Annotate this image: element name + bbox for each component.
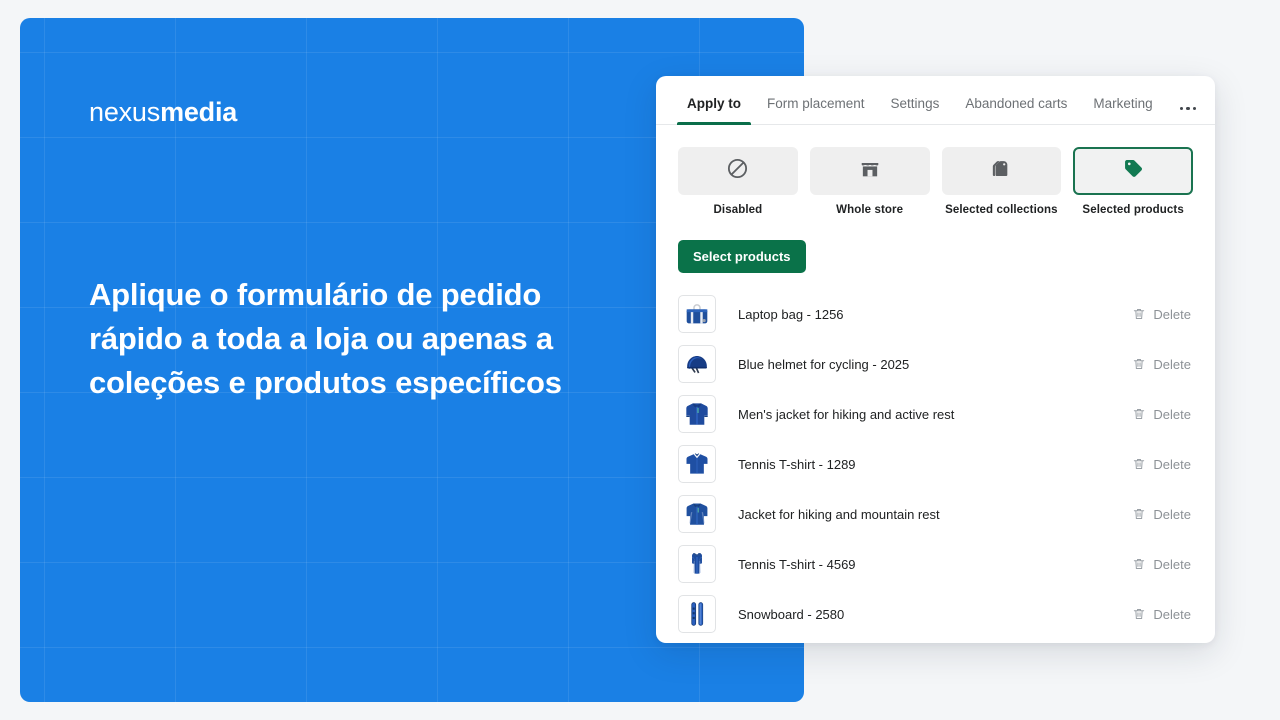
tab-bar: Apply to Form placement Settings Abandon… (656, 76, 1215, 125)
delete-label: Delete (1153, 356, 1191, 372)
hero-headline: Aplique o formulário de pedido rápido a … (89, 277, 562, 400)
trash-icon (1132, 557, 1146, 571)
delete-label: Delete (1153, 556, 1191, 572)
trash-icon (1132, 357, 1146, 371)
delete-button[interactable]: Delete (1132, 557, 1193, 572)
table-row[interactable]: Blue helmet for cycling - 2025 Delete (678, 339, 1193, 389)
product-title: Blue helmet for cycling - 2025 (738, 356, 910, 372)
product-title: Men's jacket for hiking and active rest (738, 406, 955, 422)
product-title: Laptop bag - 1256 (738, 306, 844, 322)
ellipsis-icon[interactable] (1166, 106, 1209, 125)
trash-icon (1132, 457, 1146, 471)
product-thumbnail-laptop-bag (678, 295, 716, 333)
select-products-button[interactable]: Select products (678, 240, 806, 273)
brand-logo: nexusmedia (89, 96, 237, 129)
option-whole-store-tile[interactable] (809, 147, 930, 195)
option-selected-products[interactable]: Selected products (1073, 147, 1193, 216)
delete-label: Delete (1153, 606, 1191, 622)
table-row[interactable]: Tennis T-shirt - 4569 Delete (678, 539, 1193, 589)
delete-button[interactable]: Delete (1132, 507, 1193, 522)
option-disabled-tile[interactable] (678, 147, 798, 195)
option-selected-collections[interactable]: Selected collections (941, 147, 1062, 216)
table-row[interactable]: Tennis T-shirt - 1289 Delete (678, 439, 1193, 489)
delete-label: Delete (1153, 506, 1191, 522)
tab-apply-to[interactable]: Apply to (674, 96, 754, 125)
option-selected-collections-label: Selected collections (945, 204, 1058, 216)
option-disabled[interactable]: Disabled (678, 147, 798, 216)
storefront-icon (859, 158, 881, 185)
table-row[interactable]: Men's jacket for hiking and active rest … (678, 389, 1193, 439)
tab-marketing[interactable]: Marketing (1080, 96, 1165, 124)
product-thumbnail-hoodie (678, 395, 716, 433)
trash-icon (1132, 407, 1146, 421)
delete-button[interactable]: Delete (1132, 307, 1193, 322)
delete-label: Delete (1153, 406, 1191, 422)
product-tag-icon (1122, 157, 1145, 185)
product-title: Jacket for hiking and mountain rest (738, 506, 940, 522)
product-thumbnail-jacket (678, 495, 716, 533)
settings-card: Apply to Form placement Settings Abandon… (656, 76, 1215, 643)
product-thumbnail-helmet (678, 345, 716, 383)
option-whole-store-label: Whole store (836, 204, 904, 216)
product-thumbnail-polo (678, 445, 716, 483)
option-selected-products-tile[interactable] (1073, 147, 1193, 195)
table-row[interactable]: Snowboard - 2580 Delete (678, 589, 1193, 639)
option-selected-collections-tile[interactable] (941, 147, 1062, 195)
trash-icon (1132, 307, 1146, 321)
option-disabled-label: Disabled (713, 204, 763, 216)
trash-icon (1132, 607, 1146, 621)
apply-to-options: Disabled Whole store Selected collection… (656, 125, 1215, 216)
table-row[interactable]: Jacket for hiking and mountain rest Dele… (678, 489, 1193, 539)
tab-abandoned-carts[interactable]: Abandoned carts (952, 96, 1080, 124)
delete-button[interactable]: Delete (1132, 457, 1193, 472)
option-whole-store[interactable]: Whole store (809, 147, 930, 216)
brand-logo-light: nexus (89, 97, 161, 127)
brand-logo-bold: media (160, 97, 238, 127)
tab-form-placement[interactable]: Form placement (754, 96, 878, 124)
delete-label: Delete (1153, 306, 1191, 322)
product-title: Tennis T-shirt - 4569 (738, 556, 856, 572)
delete-button[interactable]: Delete (1132, 357, 1193, 372)
no-entry-icon (726, 157, 749, 185)
product-thumbnail-snowboard (678, 595, 716, 633)
delete-button[interactable]: Delete (1132, 407, 1193, 422)
product-thumbnail-tanktop (678, 545, 716, 583)
option-selected-products-label: Selected products (1082, 204, 1184, 216)
selected-products-list: Laptop bag - 1256 Delete Blue helmet for… (656, 289, 1215, 639)
trash-icon (1132, 507, 1146, 521)
table-row[interactable]: Laptop bag - 1256 Delete (678, 289, 1193, 339)
collection-tags-icon (990, 158, 1012, 185)
product-title: Tennis T-shirt - 1289 (738, 456, 856, 472)
product-title: Snowboard - 2580 (738, 606, 845, 622)
tab-settings[interactable]: Settings (878, 96, 953, 124)
delete-label: Delete (1153, 456, 1191, 472)
delete-button[interactable]: Delete (1132, 607, 1193, 622)
